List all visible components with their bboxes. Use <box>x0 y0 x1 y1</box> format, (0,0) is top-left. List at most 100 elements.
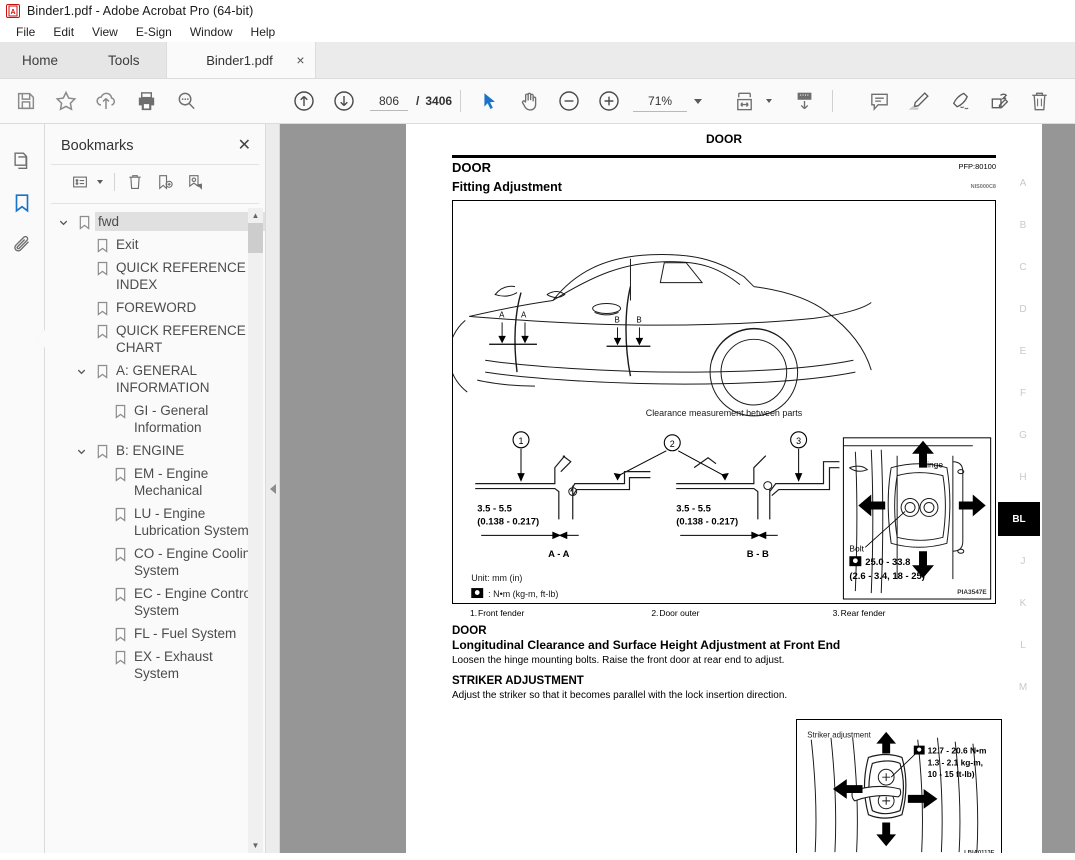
bookmark-item[interactable]: CO - Engine Cooling System <box>45 542 265 582</box>
bookmark-item-label: EM - Engine Mechanical <box>134 466 209 498</box>
bookmark-item[interactable]: FL - Fuel System <box>45 622 265 645</box>
bookmark-item-label: Exit <box>116 237 139 252</box>
print-icon[interactable] <box>126 81 166 121</box>
hand-icon[interactable] <box>509 81 549 121</box>
bookmark-item[interactable]: EM - Engine Mechanical <box>45 462 265 502</box>
scroll-down-icon[interactable]: ▼ <box>248 838 263 853</box>
next-page-button[interactable] <box>324 81 364 121</box>
tab-document[interactable]: Binder1.pdf × <box>165 42 316 78</box>
menu-file[interactable]: File <box>7 24 44 41</box>
page-display-icon[interactable] <box>784 81 824 121</box>
figure-fitting-adjustment: A A B B Clearance measurement between pa… <box>448 199 996 604</box>
menu-help[interactable]: Help <box>242 24 285 41</box>
page-tab-l: L <box>1020 639 1026 651</box>
bookmarks-tree[interactable]: fwd Exit QUICK REFERENCE INDEX FOREWORD QUIC… <box>45 204 265 853</box>
delete-bookmark-icon[interactable] <box>120 169 150 195</box>
page-tab-h: H <box>1019 471 1027 483</box>
new-bookmark-icon[interactable] <box>150 169 180 195</box>
fill-and-sign-icon[interactable] <box>979 81 1019 121</box>
workspace: Bookmarks ✕ fwd Exit QUICK REFERENCE IND… <box>0 124 1075 853</box>
page-number-input[interactable]: 806 <box>370 92 408 111</box>
svg-text:10 - 15 ft-lb): 10 - 15 ft-lb) <box>928 769 975 779</box>
options-chevron-icon[interactable] <box>97 180 103 184</box>
attachments-icon[interactable] <box>5 224 39 266</box>
zoom-in-button[interactable] <box>589 81 629 121</box>
bookmark-item[interactable]: GI - General Information <box>45 399 265 439</box>
bookmark-icon <box>91 235 113 253</box>
svg-text:A: A <box>499 310 505 319</box>
bookmarks-icon[interactable] <box>5 182 39 224</box>
bookmark-item[interactable]: Exit <box>45 233 265 256</box>
options-list-icon[interactable] <box>65 169 95 195</box>
page-thumbnails-icon[interactable] <box>5 140 39 182</box>
page-tab-j: J <box>1020 555 1026 567</box>
save-icon[interactable] <box>6 81 46 121</box>
bookmark-item[interactable]: QUICK REFERENCE CHART <box>45 319 265 359</box>
star-icon[interactable] <box>46 81 86 121</box>
bookmark-item-label: A: GENERAL INFORMATION <box>116 363 210 395</box>
chevron-down-icon[interactable] <box>53 212 73 228</box>
chevron-down-icon[interactable] <box>71 441 91 457</box>
scroll-up-icon[interactable]: ▲ <box>248 208 263 223</box>
page-separator: / <box>416 94 420 108</box>
chevron-down-icon[interactable] <box>694 98 703 104</box>
bookmark-icon <box>91 441 113 459</box>
bookmark-item[interactable]: QUICK REFERENCE INDEX <box>45 256 265 296</box>
fit-width-chevron-icon[interactable] <box>766 99 773 103</box>
caption-1-text: Front fender <box>478 607 525 618</box>
svg-text:Unit: mm (in): Unit: mm (in) <box>471 573 522 583</box>
toolbar-divider-2 <box>832 90 834 112</box>
bookmark-item[interactable]: LU - Engine Lubrication System <box>45 502 265 542</box>
bookmark-icon <box>91 258 113 276</box>
svg-text:1.3 - 2.1 kg-m,: 1.3 - 2.1 kg-m, <box>928 757 983 767</box>
menu-view[interactable]: View <box>83 24 127 41</box>
cursor-arrow-icon[interactable] <box>469 81 509 121</box>
pen-draw-icon[interactable] <box>939 81 979 121</box>
previous-page-button[interactable] <box>284 81 324 121</box>
document-viewer[interactable]: DOOR DOOR PFP:80100 Fitting Adjustment N… <box>280 124 1075 853</box>
subsection-title: Fitting Adjustment <box>452 179 562 194</box>
bookmarks-scrollbar[interactable]: ▲ ▼ <box>248 208 263 853</box>
comment-icon[interactable] <box>859 81 899 121</box>
caption-2-text: Door outer <box>659 607 700 618</box>
svg-text:3: 3 <box>796 435 801 445</box>
bookmark-item[interactable]: B: ENGINE <box>45 439 265 462</box>
bookmark-item[interactable]: A: GENERAL INFORMATION <box>45 359 265 399</box>
caption-2: 2. Door outer <box>633 608 814 618</box>
highlighter-icon[interactable] <box>899 81 939 121</box>
close-icon[interactable]: ✕ <box>238 138 251 154</box>
striker-body: Adjust the striker so that it becomes pa… <box>452 689 788 701</box>
bookmark-item[interactable]: fwd <box>45 210 265 233</box>
caption-3: 3. Rear fender <box>815 608 996 618</box>
tab-home[interactable]: Home <box>0 42 83 78</box>
panel-collapse-handle[interactable] <box>266 124 280 853</box>
bookmark-item[interactable]: EC - Engine Control System <box>45 582 265 622</box>
cloud-upload-icon[interactable] <box>86 81 126 121</box>
bookmark-icon <box>91 321 113 339</box>
svg-text:Bolt: Bolt <box>849 543 864 553</box>
bookmark-item[interactable]: EX - Exhaust System <box>45 645 265 685</box>
trash-icon[interactable] <box>1019 81 1059 121</box>
find-bookmark-icon[interactable] <box>180 169 210 195</box>
tab-tools[interactable]: Tools <box>82 42 166 78</box>
close-icon[interactable]: × <box>296 53 304 67</box>
bookmark-item[interactable]: FOREWORD <box>45 296 265 319</box>
menu-esign[interactable]: E-Sign <box>127 24 181 41</box>
svg-text:3.5 - 5.5: 3.5 - 5.5 <box>676 503 711 514</box>
scrollbar-thumb[interactable] <box>248 223 263 253</box>
bookmark-icon <box>109 544 131 562</box>
zoom-out-button[interactable] <box>549 81 589 121</box>
search-icon[interactable] <box>166 81 206 121</box>
menu-edit[interactable]: Edit <box>44 24 83 41</box>
page-total: 3406 <box>425 94 453 108</box>
bookmark-icon <box>109 624 131 642</box>
zoom-control[interactable]: 71% <box>633 91 703 112</box>
menu-window[interactable]: Window <box>181 24 242 41</box>
fit-width-icon[interactable] <box>724 81 764 121</box>
chevron-down-icon[interactable] <box>71 361 91 377</box>
